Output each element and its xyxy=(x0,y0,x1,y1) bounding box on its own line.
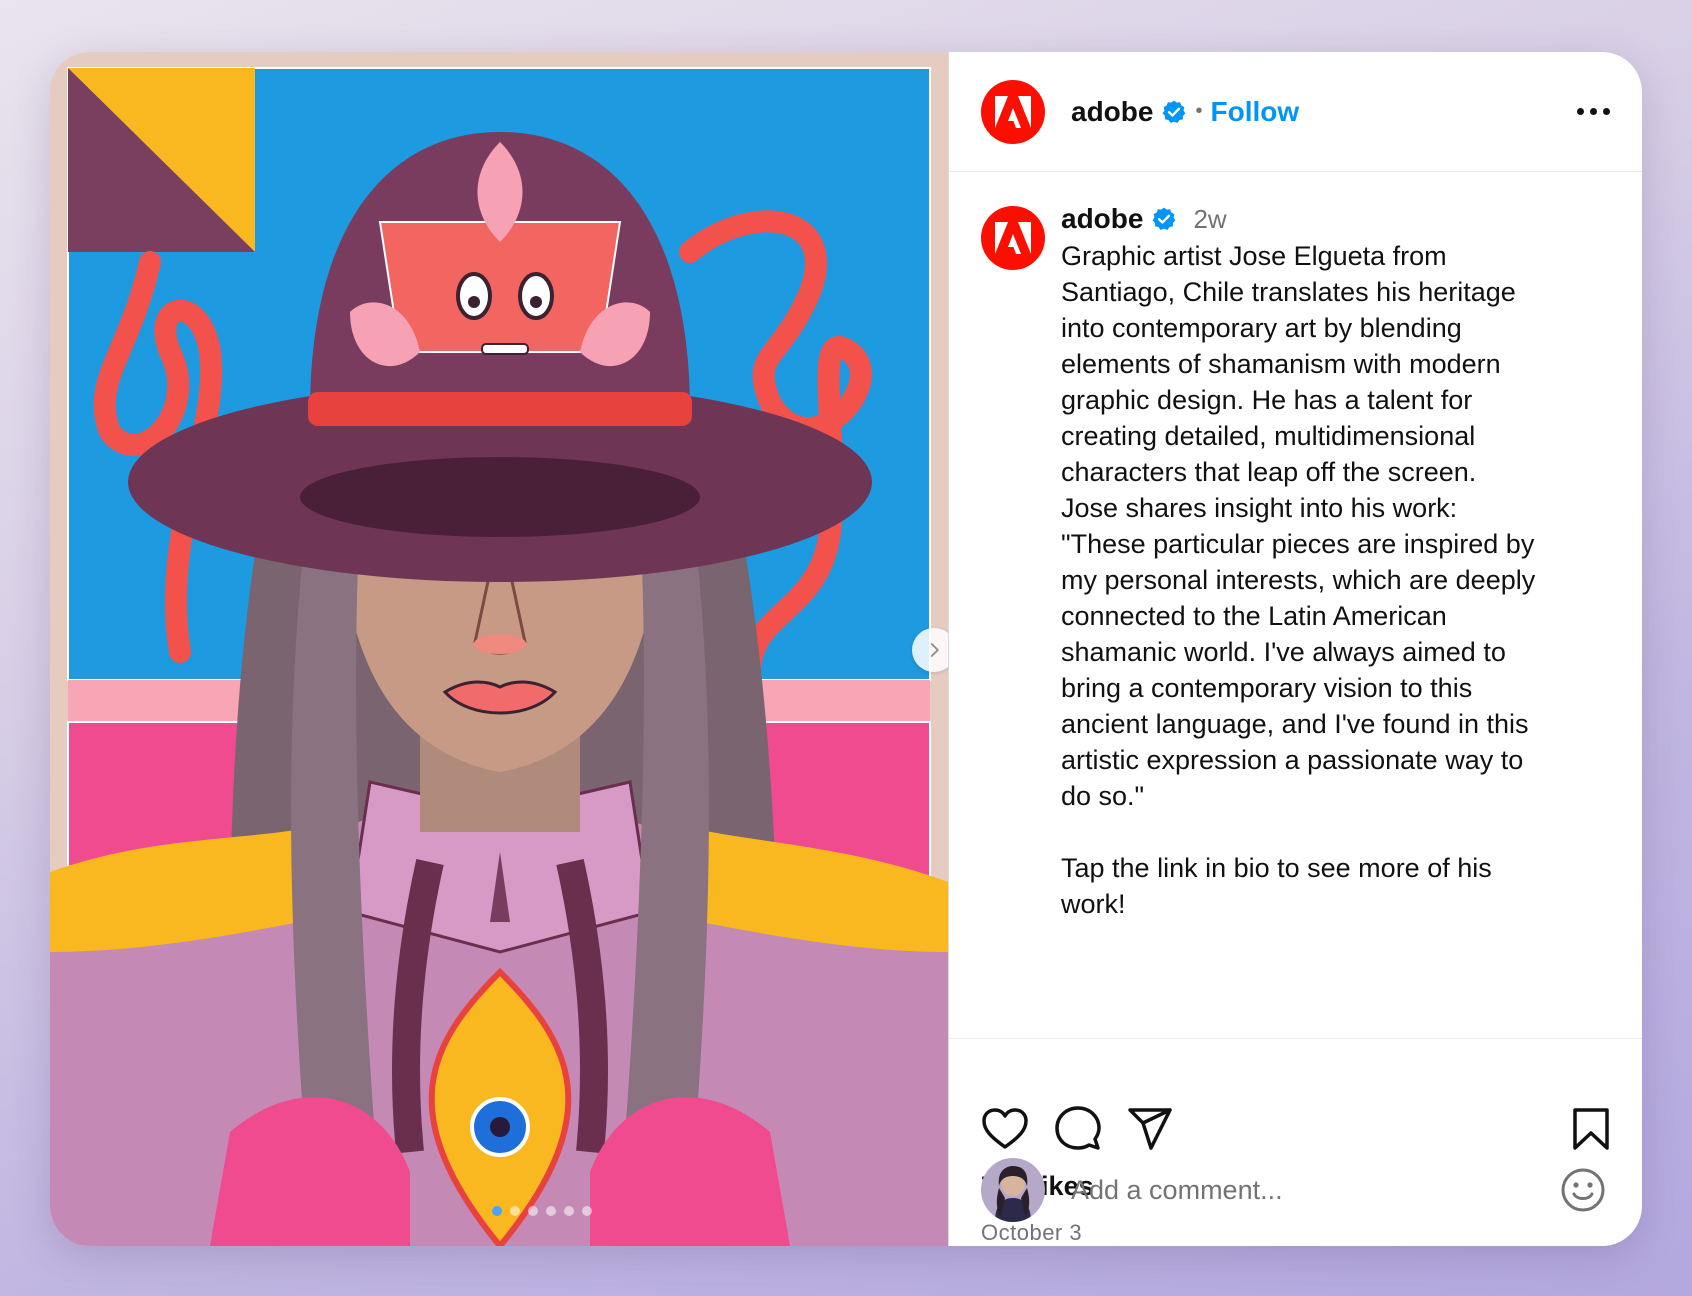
carousel-dot xyxy=(528,1206,538,1216)
artwork-illustration xyxy=(50,52,948,1246)
post-side-panel: adobe • Follow adobe 2w Graphic artist J… xyxy=(948,52,1642,1246)
account-username[interactable]: adobe xyxy=(1071,96,1153,128)
share-button[interactable] xyxy=(1127,1107,1173,1151)
follow-button[interactable]: Follow xyxy=(1210,96,1299,128)
comment-composer xyxy=(949,1158,1642,1222)
carousel-dot xyxy=(510,1206,520,1216)
verified-badge-icon xyxy=(1161,99,1187,125)
like-button[interactable] xyxy=(981,1107,1029,1151)
caption-header: adobe 2w xyxy=(1061,200,1610,238)
post-time-ago[interactable]: 2w xyxy=(1193,204,1226,235)
bookmark-icon xyxy=(1573,1108,1609,1150)
post-media[interactable] xyxy=(50,52,948,1246)
comment-bubble-icon xyxy=(1055,1106,1101,1150)
heart-icon xyxy=(982,1108,1028,1149)
adobe-logo-avatar[interactable] xyxy=(981,79,1045,144)
comment-button[interactable] xyxy=(1055,1105,1101,1151)
post-card: adobe • Follow adobe 2w Graphic artist J… xyxy=(50,52,1642,1246)
carousel-dot xyxy=(546,1206,556,1216)
caption-author-avatar[interactable] xyxy=(981,206,1045,270)
share-paper-plane-icon xyxy=(1128,1108,1172,1150)
more-options-icon[interactable] xyxy=(1577,108,1610,115)
current-user-avatar[interactable] xyxy=(981,1158,1045,1222)
adobe-logo-icon xyxy=(995,222,1031,254)
caption-text: Graphic artist Jose Elgueta from Santiag… xyxy=(1061,241,1536,919)
header-separator: • xyxy=(1195,100,1203,122)
adobe-logo-icon xyxy=(995,95,1031,128)
save-button[interactable] xyxy=(1572,1107,1610,1151)
carousel-dot xyxy=(492,1206,502,1216)
carousel-indicator xyxy=(492,1206,592,1216)
verified-badge-icon xyxy=(1151,206,1177,232)
chevron-right-icon xyxy=(930,643,939,657)
carousel-dot xyxy=(582,1206,592,1216)
caption-username[interactable]: adobe xyxy=(1061,203,1143,235)
caption-section: adobe 2w Graphic artist Jose Elgueta fro… xyxy=(949,172,1642,1039)
comment-input[interactable] xyxy=(1071,1174,1560,1206)
post-header: adobe • Follow xyxy=(949,52,1642,172)
action-bar xyxy=(949,1039,1642,1159)
carousel-next-button[interactable] xyxy=(912,628,948,672)
emoji-smile-icon[interactable] xyxy=(1560,1167,1606,1213)
carousel-dot xyxy=(564,1206,574,1216)
caption-body: adobe 2w Graphic artist Jose Elgueta fro… xyxy=(1061,200,1610,1038)
